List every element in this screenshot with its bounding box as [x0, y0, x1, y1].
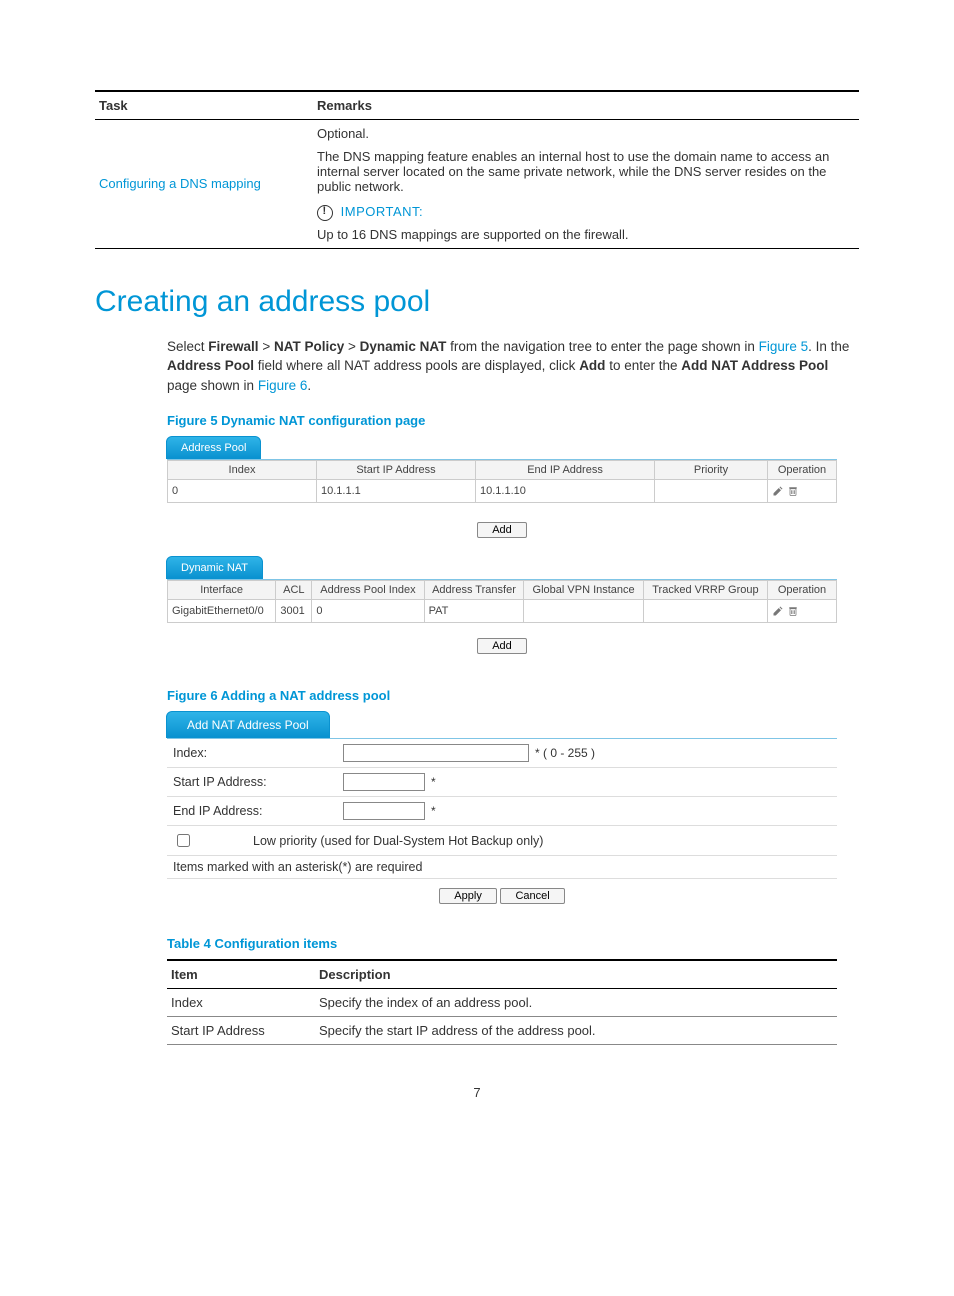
ap-td-priority: [655, 480, 768, 503]
tab-dynamic-nat[interactable]: Dynamic NAT: [166, 556, 263, 579]
table-4: Item Description Index Specify the index…: [167, 959, 837, 1045]
table-row: 0 10.1.1.1 10.1.1.10: [168, 480, 837, 503]
dn-td-api: 0: [312, 600, 424, 623]
ap-add-row: Add: [167, 503, 837, 556]
delete-icon[interactable]: [787, 605, 799, 617]
ap-td-index: 0: [168, 480, 317, 503]
table-row: Index Specify the index of an address po…: [167, 989, 837, 1017]
figure-6-link[interactable]: Figure 6: [258, 378, 308, 393]
dn-th-tvg: Tracked VRRP Group: [643, 581, 767, 600]
t4-item-1: Start IP Address: [167, 1017, 315, 1045]
ap-th-start: Start IP Address: [317, 461, 476, 480]
dn-td-gvi: [524, 600, 644, 623]
remarks-cell: Optional. The DNS mapping feature enable…: [313, 120, 859, 249]
section-title: Creating an address pool: [95, 285, 859, 319]
page-number: 7: [95, 1085, 859, 1100]
end-ip-label: End IP Address:: [173, 804, 343, 818]
apply-button[interactable]: Apply: [439, 888, 497, 904]
th-task: Task: [95, 91, 313, 120]
start-ip-input[interactable]: [343, 773, 425, 791]
low-priority-label: Low priority (used for Dual-System Hot B…: [253, 834, 543, 848]
t4-th-desc: Description: [315, 960, 837, 989]
fig6-tabbar: Add NAT Address Pool: [167, 711, 837, 739]
ap-th-operation: Operation: [768, 461, 837, 480]
add-button[interactable]: Add: [477, 522, 527, 538]
figure-6-caption: Figure 6 Adding a NAT address pool: [167, 688, 859, 703]
required-note: Items marked with an asterisk(*) are req…: [167, 856, 837, 879]
important-icon: [317, 205, 333, 221]
edit-icon[interactable]: [772, 485, 784, 497]
edit-icon[interactable]: [772, 605, 784, 617]
dn-th-acl: ACL: [276, 581, 312, 600]
index-label: Index:: [173, 746, 343, 760]
form-row-start-ip: Start IP Address: *: [167, 768, 837, 797]
figure-6: Add NAT Address Pool Index: * ( 0 - 255 …: [167, 711, 837, 904]
task-table: Task Remarks Configuring a DNS mapping O…: [95, 90, 859, 249]
dn-th-at: Address Transfer: [424, 581, 524, 600]
table-4-caption: Table 4 Configuration items: [167, 936, 859, 951]
form-row-low-priority: Low priority (used for Dual-System Hot B…: [167, 826, 837, 856]
low-priority-checkbox[interactable]: [177, 834, 190, 847]
tab-add-nat-address-pool[interactable]: Add NAT Address Pool: [166, 711, 330, 738]
dn-th-op: Operation: [768, 581, 837, 600]
required-asterisk: *: [431, 775, 436, 789]
ap-th-priority: Priority: [655, 461, 768, 480]
ap-td-operation: [768, 480, 837, 503]
fig5-tabbar-dn: Dynamic NAT: [167, 556, 837, 580]
required-asterisk: *: [431, 804, 436, 818]
remarks-optional: Optional.: [317, 126, 855, 141]
t4-desc-0: Specify the index of an address pool.: [315, 989, 837, 1017]
t4-th-item: Item: [167, 960, 315, 989]
intro-paragraph: Select Firewall > NAT Policy > Dynamic N…: [167, 337, 859, 396]
index-input[interactable]: [343, 744, 529, 762]
dn-td-op: [768, 600, 837, 623]
tab-address-pool[interactable]: Address Pool: [166, 436, 261, 459]
dn-add-row: Add: [167, 623, 837, 660]
remarks-desc: The DNS mapping feature enables an inter…: [317, 149, 855, 194]
dn-th-api: Address Pool Index: [312, 581, 424, 600]
table-row: Start IP Address Specify the start IP ad…: [167, 1017, 837, 1045]
t4-desc-1: Specify the start IP address of the addr…: [315, 1017, 837, 1045]
delete-icon[interactable]: [787, 485, 799, 497]
figure-5: Address Pool Index Start IP Address End …: [167, 436, 837, 660]
dynamic-nat-grid: Interface ACL Address Pool Index Address…: [167, 580, 837, 623]
figure-5-caption: Figure 5 Dynamic NAT configuration page: [167, 413, 859, 428]
cancel-button[interactable]: Cancel: [500, 888, 564, 904]
index-hint: * ( 0 - 255 ): [535, 746, 595, 760]
t4-item-0: Index: [167, 989, 315, 1017]
table-row: GigabitEthernet0/0 3001 0 PAT: [168, 600, 837, 623]
address-pool-grid: Index Start IP Address End IP Address Pr…: [167, 460, 837, 503]
form-row-index: Index: * ( 0 - 255 ): [167, 739, 837, 768]
form-row-end-ip: End IP Address: *: [167, 797, 837, 826]
ap-td-start: 10.1.1.1: [317, 480, 476, 503]
dn-td-tvg: [643, 600, 767, 623]
ap-th-end: End IP Address: [476, 461, 655, 480]
figure-5-link[interactable]: Figure 5: [759, 339, 809, 354]
dn-th-interface: Interface: [168, 581, 276, 600]
task-cell: Configuring a DNS mapping: [95, 120, 313, 249]
fig6-buttons: Apply Cancel: [167, 887, 837, 904]
dn-td-acl: 3001: [276, 600, 312, 623]
important-text: Up to 16 DNS mappings are supported on t…: [317, 227, 855, 242]
dn-td-iface: GigabitEthernet0/0: [168, 600, 276, 623]
ap-td-end: 10.1.1.10: [476, 480, 655, 503]
important-label: IMPORTANT:: [341, 204, 424, 219]
ap-th-index: Index: [168, 461, 317, 480]
important-block: IMPORTANT:: [317, 204, 855, 221]
configuring-dns-mapping-link[interactable]: Configuring a DNS mapping: [99, 176, 261, 191]
end-ip-input[interactable]: [343, 802, 425, 820]
dn-th-gvi: Global VPN Instance: [524, 581, 644, 600]
fig5-tabbar-ap: Address Pool: [167, 436, 837, 460]
start-ip-label: Start IP Address:: [173, 775, 343, 789]
th-remarks: Remarks: [313, 91, 859, 120]
add-button[interactable]: Add: [477, 638, 527, 654]
dn-td-at: PAT: [424, 600, 524, 623]
